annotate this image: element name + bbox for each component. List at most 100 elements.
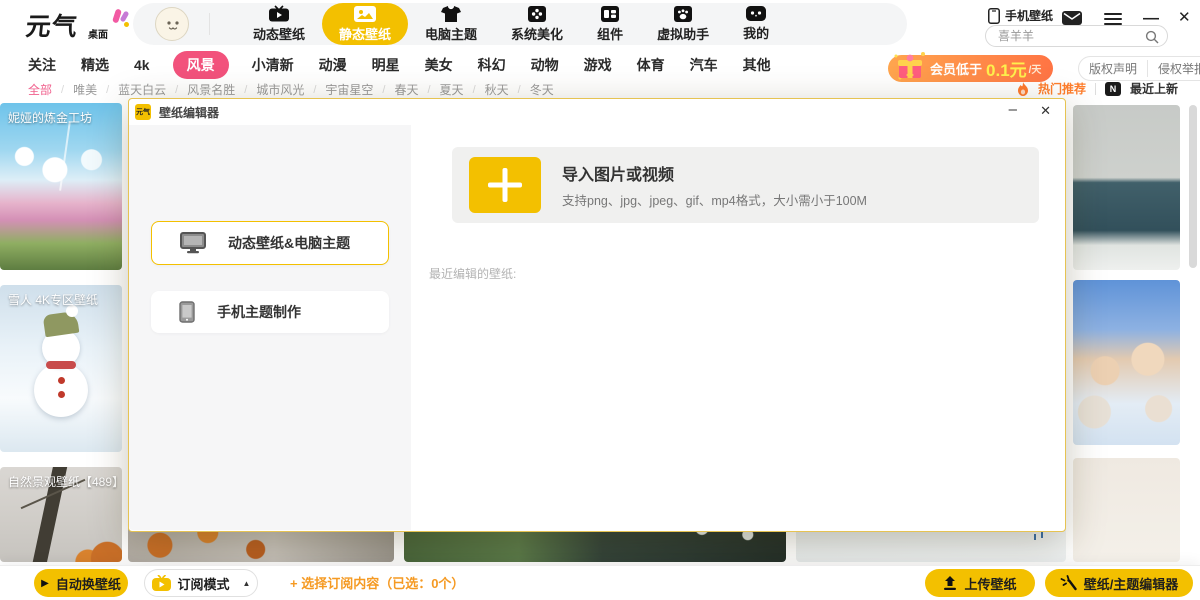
nav-item-widgets[interactable]: 组件 — [580, 3, 640, 45]
scrollbar[interactable] — [1189, 105, 1197, 268]
search-icon[interactable] — [1145, 30, 1159, 44]
upload-wallpaper-button[interactable]: 上传壁纸 — [925, 569, 1035, 597]
logo-brush-icon — [112, 9, 130, 27]
plus-icon[interactable] — [469, 157, 541, 213]
widget-icon — [601, 6, 619, 22]
tab-follow[interactable]: 关注 — [28, 55, 56, 75]
logo-text: 元气 — [24, 7, 80, 43]
phone-icon — [179, 301, 195, 323]
dialog-main: 导入图片或视频 支持png、jpg、jpeg、gif、mp4格式，大小需小于10… — [411, 125, 1064, 530]
tab-cars[interactable]: 汽车 — [690, 55, 718, 75]
tab-fresh[interactable]: 小清新 — [252, 55, 294, 75]
search-box — [985, 25, 1168, 47]
separator: / — [313, 84, 316, 96]
separator: / — [175, 84, 178, 96]
nav-item-system-beautify[interactable]: 系统美化 — [494, 3, 580, 45]
subcat-bluesky[interactable]: 蓝天白云 — [118, 81, 166, 98]
nav-item-static-wallpaper[interactable]: 静态壁纸 — [322, 3, 408, 45]
tab-featured[interactable]: 精选 — [81, 55, 109, 75]
upload-icon — [943, 576, 957, 590]
tab-other[interactable]: 其他 — [743, 55, 771, 75]
button-label: 自动换壁纸 — [56, 574, 121, 593]
category-tabs: 关注 精选 4k 风景 小清新 动漫 明星 美女 科幻 动物 游戏 体育 汽车 … — [28, 55, 771, 75]
wallpaper-title: 妮娅的炼金工坊 — [8, 109, 92, 126]
subcat-space[interactable]: 宇宙星空 — [325, 81, 373, 98]
wallpaper-card[interactable] — [1073, 280, 1180, 445]
select-subscribe-content-link[interactable]: + 选择订阅内容（已选：0个） — [290, 566, 464, 600]
nav-label: 电脑主题 — [425, 24, 477, 43]
auto-change-wallpaper-button[interactable]: ▶ 自动换壁纸 — [34, 569, 128, 597]
nav-item-dynamic-wallpaper[interactable]: 动态壁纸 — [236, 3, 322, 45]
tab-sports[interactable]: 体育 — [637, 55, 665, 75]
separator: / — [61, 84, 64, 96]
close-button[interactable]: ✕ — [1178, 12, 1191, 24]
wallpaper-card[interactable] — [1073, 458, 1180, 562]
dropdown-label: 订阅模式 — [178, 574, 230, 593]
subcat-autumn[interactable]: 秋天 — [485, 81, 509, 98]
decor — [46, 361, 76, 369]
dialog-titlebar: 元气 壁纸编辑器 – ✕ — [129, 99, 1065, 125]
search-input[interactable] — [986, 26, 1167, 46]
divider — [1095, 83, 1096, 95]
wallpaper-editor-dialog: 元气 壁纸编辑器 – ✕ 动态壁纸&电脑主题 — [128, 98, 1066, 532]
wallpaper-card[interactable] — [1073, 105, 1180, 270]
sidebar-item-phone-theme[interactable]: 手机主题制作 — [151, 291, 389, 333]
button-label: 壁纸/主题编辑器 — [1084, 574, 1179, 593]
separator: / — [244, 84, 247, 96]
mail-icon — [1062, 11, 1082, 25]
tab-anime[interactable]: 动漫 — [319, 55, 347, 75]
minimize-button[interactable]: — — [1143, 13, 1159, 25]
tab-animals[interactable]: 动物 — [531, 55, 559, 75]
tab-games[interactable]: 游戏 — [584, 55, 612, 75]
copyright-link[interactable]: 版权声明 — [1079, 60, 1147, 77]
phone-wallpaper-label: 手机壁纸 — [1005, 7, 1053, 24]
tv-play-icon — [269, 5, 289, 22]
hot-new-bar: 热门推荐 N 最近上新 — [1017, 80, 1178, 97]
import-media-button[interactable]: 导入图片或视频 支持png、jpg、jpeg、gif、mp4格式，大小需小于10… — [452, 147, 1039, 223]
separator: / — [382, 84, 385, 96]
hot-recommend-link[interactable]: 热门推荐 — [1038, 80, 1086, 97]
tab-stars[interactable]: 明星 — [372, 55, 400, 75]
subcat-summer[interactable]: 夏天 — [440, 81, 464, 98]
sidebar-item-label: 手机主题制作 — [217, 302, 301, 322]
nav-item-virtual-assistant[interactable]: 虚拟助手 — [640, 3, 726, 45]
subscribe-mode-dropdown[interactable]: 订阅模式 ▲ — [144, 569, 258, 597]
tab-scifi[interactable]: 科幻 — [478, 55, 506, 75]
member-promo-badge[interactable]: 会员低于 0.1元 /天 — [888, 55, 1053, 82]
tab-scenery[interactable]: 风景 — [173, 51, 229, 79]
recent-new-link[interactable]: 最近上新 — [1130, 80, 1178, 97]
dialog-minimize-button[interactable]: – — [1009, 101, 1017, 118]
wallpaper-card[interactable]: 妮娅的炼金工坊 — [0, 103, 122, 270]
button-label: 上传壁纸 — [964, 574, 1016, 593]
subcat-cityscape[interactable]: 城市风光 — [256, 81, 304, 98]
wallpaper-card[interactable]: 雪人 4K专区壁纸 — [0, 285, 122, 452]
photo-icon — [354, 6, 376, 22]
wallpaper-card[interactable]: 自然景观壁纸【489】 — [0, 467, 122, 562]
recent-edited-label: 最近编辑的壁纸: — [429, 265, 516, 282]
app-logo: 元气 桌面 — [26, 7, 126, 43]
phone-wallpaper-button[interactable]: 手机壁纸 — [988, 7, 1053, 24]
tab-4k[interactable]: 4k — [134, 57, 150, 73]
import-title: 导入图片或视频 — [562, 161, 674, 185]
subcat-winter[interactable]: 冬天 — [530, 81, 554, 98]
wallpaper-theme-editor-button[interactable]: 壁纸/主题编辑器 — [1045, 569, 1193, 597]
play-icon: ▶ — [41, 578, 49, 589]
import-hint: 支持png、jpg、jpeg、gif、mp4格式，大小需小于100M — [562, 190, 867, 209]
subcat-famous-scenery[interactable]: 风景名胜 — [187, 81, 235, 98]
subcat-all[interactable]: 全部 — [28, 81, 52, 98]
subcat-spring[interactable]: 春天 — [394, 81, 418, 98]
avatar[interactable] — [155, 7, 189, 41]
nav-item-mine[interactable]: 我的 — [726, 3, 786, 45]
main-nav: 动态壁纸 静态壁纸 电脑主题 系统美化 — [133, 3, 907, 45]
tab-beauty[interactable]: 美女 — [425, 55, 453, 75]
nav-item-pc-theme[interactable]: 电脑主题 — [408, 3, 494, 45]
dialog-close-button[interactable]: ✕ — [1040, 103, 1051, 119]
subcat-aesthetic[interactable]: 唯美 — [73, 81, 97, 98]
member-prefix: 会员低于 — [930, 59, 982, 78]
decor — [1034, 534, 1036, 540]
monitor-icon — [180, 232, 206, 254]
sidebar-item-dynamic-pc-theme[interactable]: 动态壁纸&电脑主题 — [151, 221, 389, 265]
decor — [59, 121, 71, 191]
report-link[interactable]: 侵权举报 — [1147, 60, 1200, 77]
menu-button[interactable] — [1104, 13, 1122, 25]
